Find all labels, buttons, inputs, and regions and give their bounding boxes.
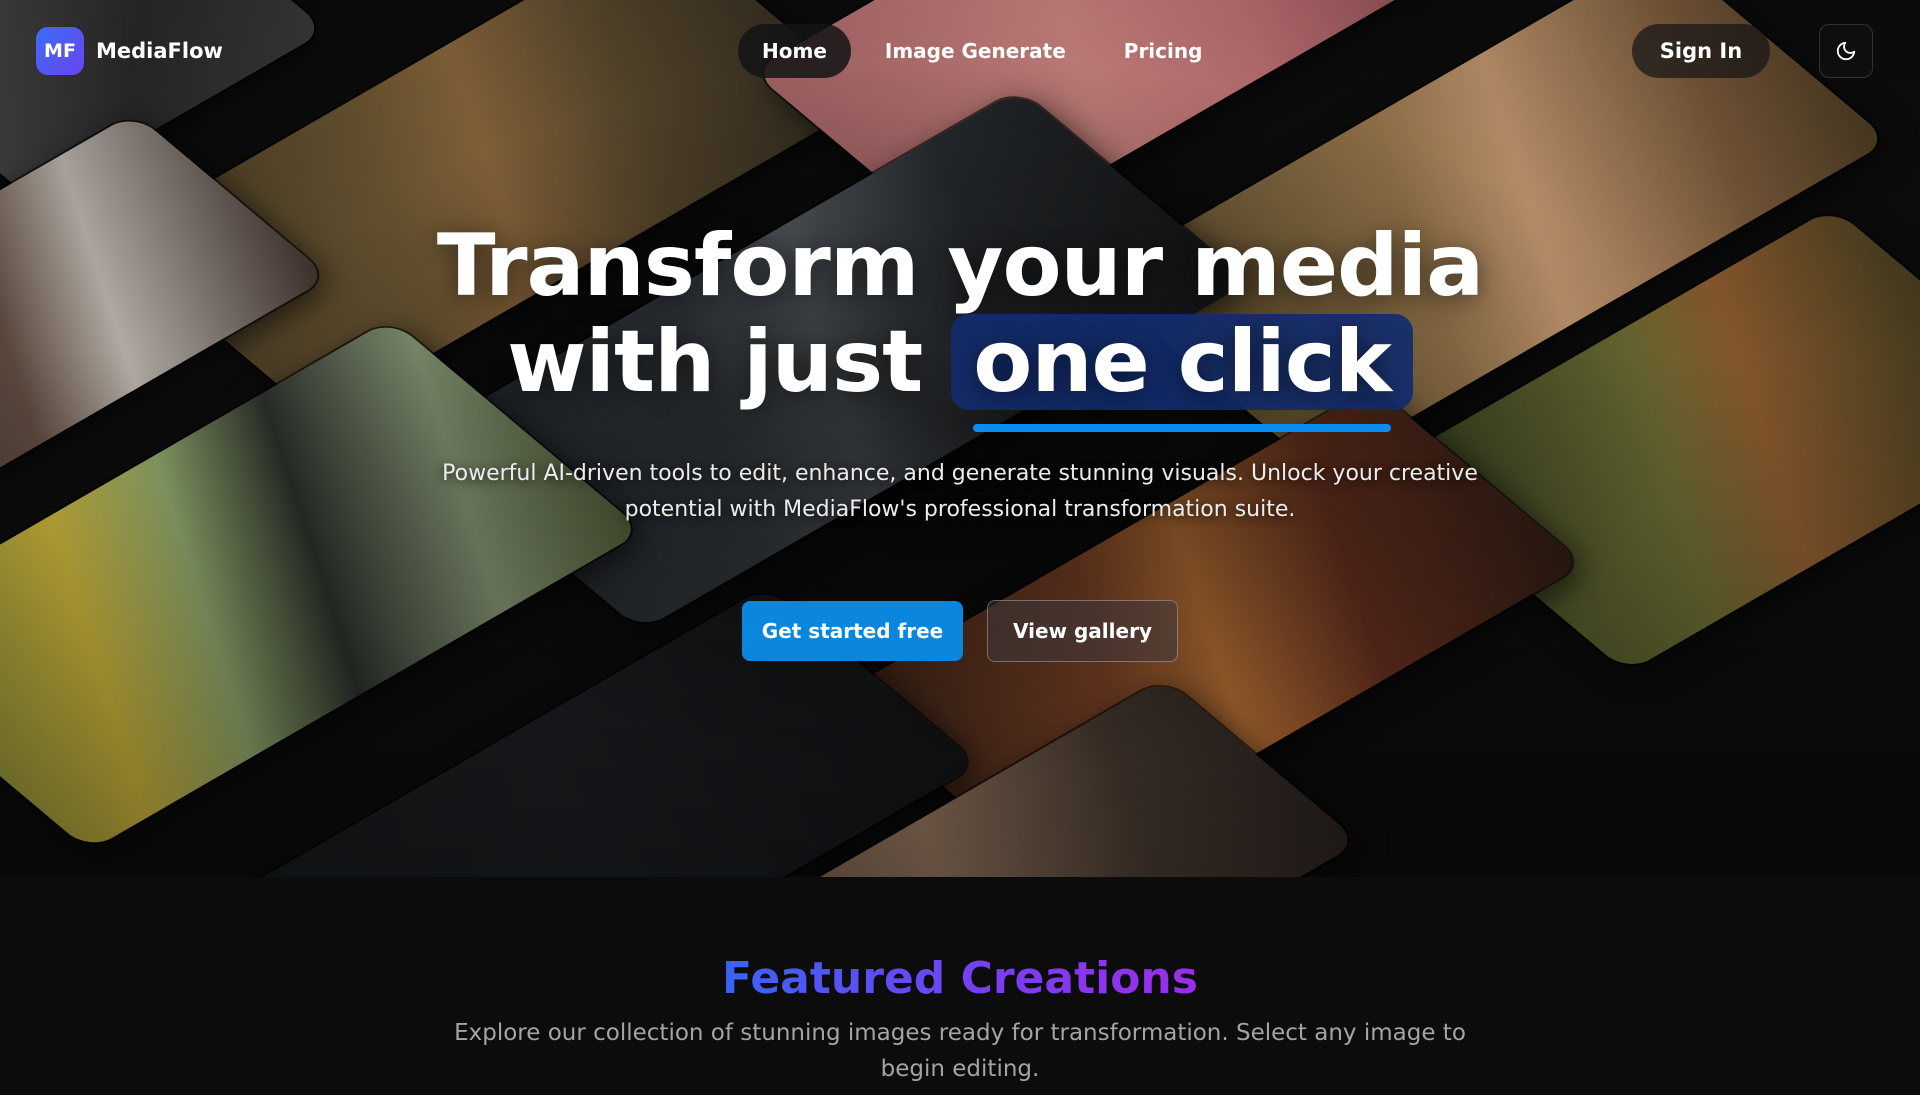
hero-section: MF MediaFlow Home Image Generate Pricing… [0, 0, 1920, 877]
featured-title-text: Featured Creations [722, 953, 1198, 1004]
headline-line-2-prefix: with just [507, 312, 923, 412]
nav-item-home[interactable]: Home [738, 24, 851, 78]
hero-headline: Transform your media with just one click [0, 216, 1920, 432]
hero-subtitle: Powerful AI-driven tools to edit, enhanc… [442, 461, 1478, 522]
get-started-button[interactable]: Get started free [742, 601, 963, 661]
sign-in-button[interactable]: Sign In [1632, 24, 1770, 78]
brand-name: MediaFlow [96, 39, 223, 63]
nav-item-image-generate[interactable]: Image Generate [861, 24, 1090, 78]
theme-toggle-button[interactable] [1819, 24, 1873, 78]
brand-logo[interactable]: MF MediaFlow [36, 27, 223, 75]
featured-section: Featured Creations Explore our collectio… [0, 877, 1920, 1095]
logo-badge: MF [36, 27, 84, 75]
view-gallery-button[interactable]: View gallery [987, 600, 1178, 662]
headline-highlight: one click [951, 314, 1413, 432]
headline-line-1: Transform your media [436, 216, 1484, 316]
main-nav: Home Image Generate Pricing [738, 24, 1226, 78]
hero-overlay [0, 0, 1920, 877]
nav-item-pricing[interactable]: Pricing [1100, 24, 1227, 78]
featured-title: Featured Creations [0, 953, 1920, 1004]
featured-subtitle: Explore our collection of stunning image… [454, 1020, 1466, 1082]
moon-icon [1836, 41, 1856, 61]
